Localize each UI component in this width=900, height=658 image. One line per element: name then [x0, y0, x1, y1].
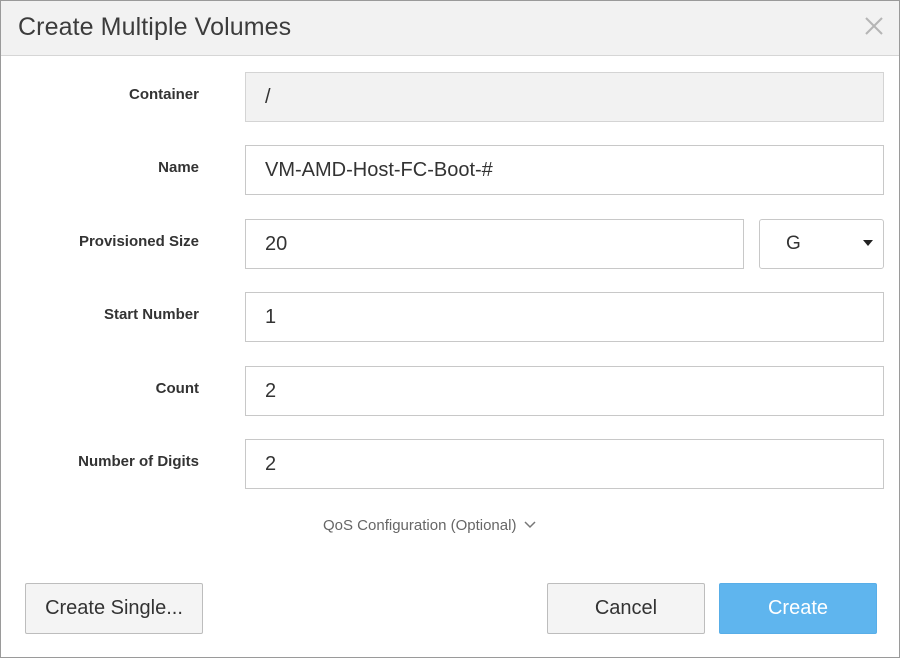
number-of-digits-field[interactable]: [245, 439, 884, 489]
create-single-button[interactable]: Create Single...: [25, 583, 203, 634]
container-label: Container: [128, 86, 199, 103]
start-number-field[interactable]: [245, 292, 884, 342]
name-label: Name: [158, 159, 199, 176]
caret-down-icon: [863, 240, 873, 246]
close-icon[interactable]: [863, 15, 885, 37]
name-row: Name: [1, 145, 899, 197]
count-label: Count: [155, 380, 199, 397]
dialog-title: Create Multiple Volumes: [18, 13, 292, 41]
provisioned-size-row: Provisioned Size G: [1, 219, 899, 271]
chevron-down-icon: [524, 516, 536, 533]
create-multiple-volumes-dialog: Create Multiple Volumes Container Name P…: [0, 0, 900, 658]
create-button[interactable]: Create: [719, 583, 877, 634]
name-field[interactable]: [245, 145, 884, 195]
qos-configuration-label: QoS Configuration (Optional): [323, 517, 517, 534]
start-number-row: Start Number: [1, 292, 899, 344]
cancel-button[interactable]: Cancel: [547, 583, 705, 634]
qos-configuration-toggle[interactable]: QoS Configuration (Optional): [323, 517, 536, 535]
size-unit-value: G: [786, 233, 801, 254]
provisioned-size-field[interactable]: [245, 219, 744, 269]
start-number-label: Start Number: [103, 306, 199, 323]
size-unit-select[interactable]: G: [759, 219, 884, 269]
count-field[interactable]: [245, 366, 884, 416]
container-row: Container: [1, 72, 899, 124]
dialog-header: Create Multiple Volumes: [1, 1, 899, 56]
container-field[interactable]: [245, 72, 884, 122]
number-of-digits-label: Number of Digits: [78, 453, 199, 470]
count-row: Count: [1, 366, 899, 418]
provisioned-size-label: Provisioned Size: [78, 233, 199, 250]
number-of-digits-row: Number of Digits: [1, 439, 899, 491]
